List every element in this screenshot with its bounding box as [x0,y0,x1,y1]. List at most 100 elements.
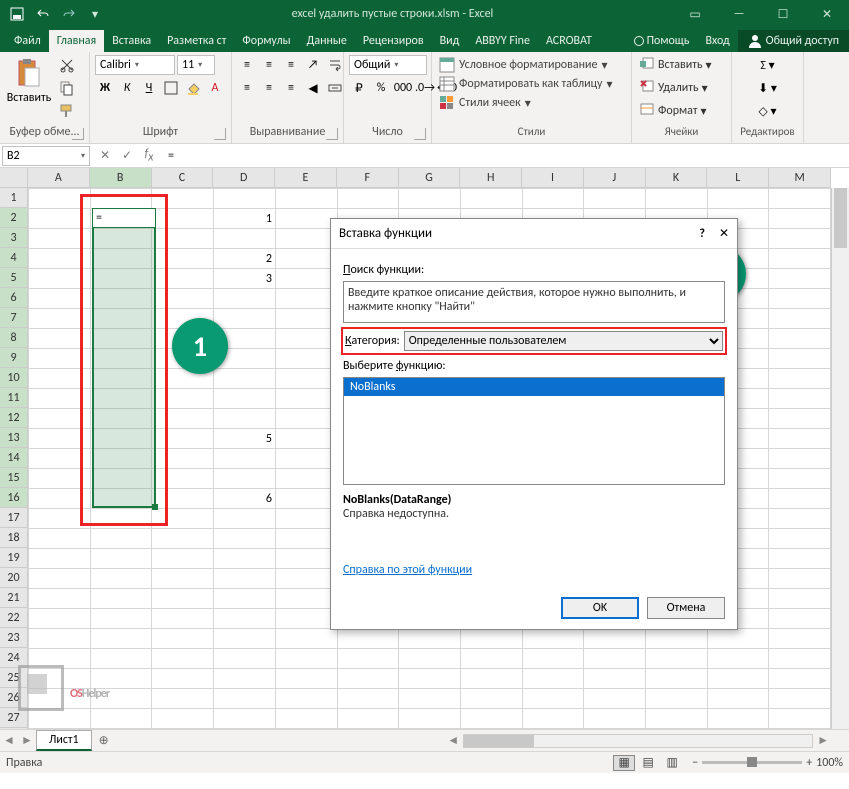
cell[interactable] [29,569,91,589]
cell[interactable] [769,709,831,729]
cell[interactable] [584,189,646,209]
cell[interactable] [275,469,337,489]
row-header[interactable]: 9 [0,348,27,368]
cell[interactable] [399,629,461,649]
decrease-indent-icon[interactable]: ◀ [303,78,323,98]
tab-formulas[interactable]: Формулы [234,30,298,52]
column-header[interactable]: H [460,168,522,187]
cell[interactable] [90,549,152,569]
add-sheet-button[interactable]: ⊕ [92,733,116,748]
row-header[interactable]: 27 [0,708,27,728]
cell[interactable] [214,229,276,249]
cell[interactable] [275,289,337,309]
cell[interactable] [522,649,584,669]
column-header[interactable]: K [646,168,708,187]
zoom-level[interactable]: 100% [816,756,843,770]
cell[interactable] [707,709,769,729]
cell[interactable] [769,449,831,469]
merge-icon[interactable] [325,78,345,98]
cell[interactable] [769,489,831,509]
cell[interactable]: 6 [214,489,276,509]
cell[interactable] [275,649,337,669]
name-box[interactable]: B2▾ [2,146,90,166]
cell[interactable] [152,689,214,709]
align-dialog-launcher[interactable] [326,128,338,140]
align-top-icon[interactable]: ≡ [237,55,257,75]
percent-icon[interactable]: % [371,78,391,98]
align-middle-icon[interactable]: ≡ [259,55,279,75]
enter-formula-icon[interactable]: ✓ [120,149,134,163]
horizontal-scrollbar[interactable]: ◄► [116,733,849,748]
cell[interactable] [769,229,831,249]
cell[interactable] [584,649,646,669]
cell[interactable] [214,449,276,469]
cell[interactable] [275,709,337,729]
row-header[interactable]: 17 [0,508,27,528]
row-header[interactable]: 22 [0,608,27,628]
cell[interactable] [769,369,831,389]
tab-help[interactable]: Помощь [626,30,698,52]
sheet-tab[interactable]: Лист1 [36,730,92,751]
cell[interactable] [275,629,337,649]
number-format-selector[interactable]: Общий▾ [349,55,427,75]
cell[interactable]: 1 [214,209,276,229]
cell[interactable] [399,649,461,669]
autosum-icon[interactable]: Σ ▾ [758,55,778,75]
cell[interactable] [769,469,831,489]
tab-view[interactable]: Вид [432,30,468,52]
search-function-input[interactable]: Введите краткое описание действия, котор… [343,281,725,323]
conditional-formatting-button[interactable]: Условное форматирование ▾ [439,57,607,73]
cell[interactable] [645,629,707,649]
row-header[interactable]: 11 [0,388,27,408]
column-header[interactable]: D [213,168,275,187]
insert-cells-button[interactable]: Вставить ▾ [637,55,714,75]
cell[interactable] [275,429,337,449]
cell[interactable] [275,229,337,249]
cell[interactable] [769,569,831,589]
fill-color-icon[interactable] [183,78,203,98]
cell[interactable] [214,469,276,489]
ok-button[interactable]: OK [561,597,639,619]
row-header[interactable]: 18 [0,528,27,548]
italic-icon[interactable]: К [117,78,137,98]
row-header[interactable]: 1 [0,188,27,208]
column-header[interactable]: A [28,168,90,187]
font-color-icon[interactable]: A [205,78,225,98]
column-header[interactable]: C [152,168,214,187]
clipboard-dialog-launcher[interactable] [72,128,84,140]
row-header[interactable]: 7 [0,308,27,328]
cell[interactable] [769,189,831,209]
cell[interactable] [460,649,522,669]
row-header[interactable]: 3 [0,228,27,248]
cell[interactable] [769,629,831,649]
row-header[interactable]: 15 [0,468,27,488]
cell[interactable] [337,629,399,649]
cell-styles-button[interactable]: Стили ячеек ▾ [439,95,531,111]
fill-icon[interactable]: ⬇ ▾ [758,78,778,98]
cell[interactable]: 5 [214,429,276,449]
row-header[interactable]: 21 [0,588,27,608]
paste-button[interactable]: Вставить [5,55,53,107]
cell[interactable] [399,709,461,729]
cell[interactable] [275,609,337,629]
tab-layout[interactable]: Разметка ст [159,30,234,52]
cell[interactable] [522,709,584,729]
font-size-selector[interactable]: 11▾ [177,55,215,75]
cell[interactable] [707,689,769,709]
cell[interactable] [769,649,831,669]
cell[interactable] [214,649,276,669]
vertical-scrollbar[interactable] [831,188,849,733]
row-header[interactable]: 8 [0,328,27,348]
row-header[interactable]: 16 [0,488,27,508]
cell[interactable] [460,189,522,209]
row-header[interactable]: 10 [0,368,27,388]
cell[interactable] [29,609,91,629]
cell[interactable] [460,689,522,709]
comma-icon[interactable]: 000 [393,78,413,98]
zoom-slider[interactable] [702,761,802,764]
tab-data[interactable]: Данные [299,30,355,52]
cell[interactable] [275,329,337,349]
cell[interactable] [275,349,337,369]
column-header[interactable]: L [707,168,769,187]
category-select[interactable]: Определенные пользователем [404,331,723,351]
